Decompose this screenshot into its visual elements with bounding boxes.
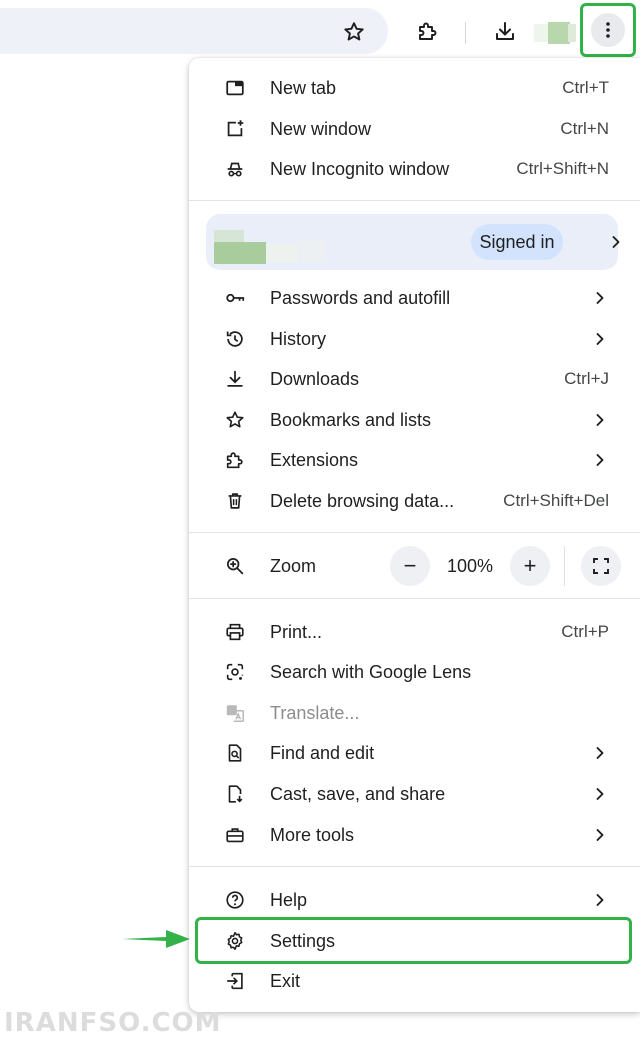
zoom-divider [564,546,565,586]
menu-divider [189,532,640,533]
menu-item-label: Extensions [270,450,359,470]
plus-icon: + [523,553,537,578]
star-icon [223,408,247,432]
downloads-button[interactable] [490,16,520,46]
download-icon [223,367,247,391]
menu-divider [189,598,640,599]
menu-item-label: Bookmarks and lists [270,410,432,430]
menu-item-label: History [270,329,327,349]
menu-item-shortcut: Ctrl+P [561,622,609,641]
menu-item-new-window[interactable]: New window Ctrl+N [189,109,640,149]
menu-item-extensions[interactable]: Extensions [189,440,640,480]
key-icon [223,286,247,310]
chevron-right-icon [612,236,620,248]
incognito-icon [223,157,247,181]
find-icon [223,741,247,765]
menu-item-label: Help [270,890,308,910]
menu-item-history[interactable]: History [189,319,640,359]
zoom-level: 100% [446,556,494,576]
star-icon [344,22,364,41]
chevron-right-icon [596,454,604,466]
chrome-main-menu: New tab Ctrl+T New window Ctrl+N New Inc… [189,58,640,1012]
chevron-right-icon [596,788,604,800]
new-window-icon [223,117,247,141]
menu-item-label: New tab [270,78,337,98]
menu-item-new-tab[interactable]: New tab Ctrl+T [189,68,640,108]
extensions-icon [223,448,247,472]
lens-icon [223,660,247,684]
chevron-right-icon [596,414,604,426]
menu-item-label: New window [270,119,372,139]
minus-icon: − [403,553,417,578]
menu-item-label: Exit [270,971,301,991]
menu-item-shortcut: Ctrl+N [560,119,609,138]
menu-item-delete-browsing-data[interactable]: Delete browsing data... Ctrl+Shift+Del [189,481,640,521]
print-icon [223,620,247,644]
menu-item-exit[interactable]: Exit [189,961,640,1001]
menu-divider [189,866,640,867]
translate-icon [223,701,247,725]
exit-icon [223,969,247,993]
menu-item-shortcut: Ctrl+J [564,369,609,388]
menu-item-find-and-edit[interactable]: Find and edit [189,733,640,773]
menu-item-label: Downloads [270,369,360,389]
menu-item-passwords-and-autofill[interactable]: Passwords and autofill [189,278,640,318]
fullscreen-button[interactable] [581,546,621,586]
toolbox-icon [223,823,247,847]
chevron-right-icon [596,829,604,841]
menu-item-label: Delete browsing data... [270,491,455,511]
menu-item-shortcut: Ctrl+Shift+N [516,159,609,178]
menu-item-label: New Incognito window [270,159,450,179]
zoom-icon [223,554,247,578]
watermark: IRANFSO.COM [4,1008,222,1038]
pointer-arrow-icon [122,930,190,948]
download-icon [496,22,514,40]
menu-item-help[interactable]: Help [189,880,640,920]
menu-item-label: Cast, save, and share [270,784,446,804]
menu-item-label: Passwords and autofill [270,288,451,308]
menu-item-label: Search with Google Lens [270,662,472,682]
history-icon [223,327,247,351]
menu-item-search-with-google-lens[interactable]: Search with Google Lens [189,652,640,692]
menu-item-print[interactable]: Print... Ctrl+P [189,612,640,652]
menu-item-label: Translate... [270,703,360,723]
zoom-out-button[interactable]: − [390,546,430,586]
menu-item-downloads[interactable]: Downloads Ctrl+J [189,359,640,399]
chevron-right-icon [596,292,604,304]
chevron-right-icon [596,333,604,345]
trash-icon [223,489,247,513]
menu-item-more-tools[interactable]: More tools [189,815,640,855]
menu-item-cast-save-and-share[interactable]: Cast, save, and share [189,774,640,814]
menu-item-new-incognito-window[interactable]: New Incognito window Ctrl+Shift+N [189,149,640,189]
settings-highlight [195,917,632,964]
extensions-button[interactable] [413,16,443,46]
cast-icon [223,782,247,806]
menu-item-shortcut: Ctrl+T [562,78,609,97]
menu-item-label: More tools [270,825,355,845]
toolbar-divider [465,22,466,44]
menu-item-bookmarks-and-lists[interactable]: Bookmarks and lists [189,400,640,440]
menu-item-translate: Translate... [189,693,640,733]
new-tab-icon [223,76,247,100]
chevron-right-icon [596,894,604,906]
chrome-menu-button[interactable] [580,3,636,57]
avatar [214,242,266,264]
menu-item-label: Find and edit [270,743,375,763]
profile-row[interactable]: Signed in [206,214,620,270]
signed-in-badge: Signed in [471,224,563,260]
extensions-icon [419,22,437,40]
chevron-right-icon [596,747,604,759]
address-bar[interactable] [0,8,388,54]
zoom-label: Zoom [270,556,317,576]
bookmark-star-button[interactable] [340,18,368,46]
menu-item-label: Print... [270,622,323,642]
fullscreen-icon [593,558,609,574]
more-vert-icon [606,22,610,38]
menu-divider [189,200,640,201]
avatar[interactable] [534,20,576,46]
zoom-in-button[interactable]: + [510,546,550,586]
menu-item-shortcut: Ctrl+Shift+Del [503,491,609,510]
help-icon [223,888,247,912]
